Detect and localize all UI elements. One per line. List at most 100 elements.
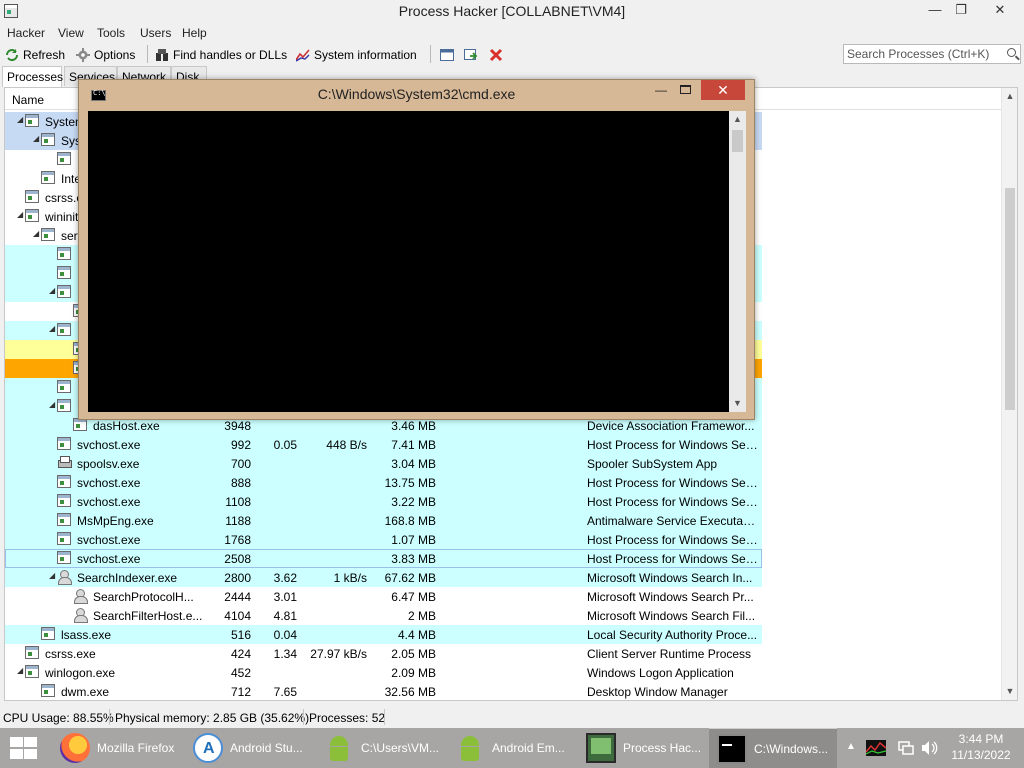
taskbar-label: Android Stu... [230,741,303,755]
menu-tools[interactable]: Tools [97,26,125,40]
process-pid: 888 [230,476,251,490]
search-icon[interactable] [1007,48,1016,57]
search-input[interactable] [844,45,994,63]
status-separator [109,709,110,725]
scroll-up-arrow[interactable]: ▲ [1005,91,1015,101]
table-row[interactable]: spoolsv.exe 700 3.04 MB Spooler SubSystem A… [5,454,762,473]
menu-view[interactable]: View [58,26,84,40]
console-output[interactable] [88,111,729,412]
column-header-name[interactable]: Name [12,93,44,107]
process-cpu: 4.81 [273,609,297,623]
cmd-scrollbar[interactable]: ▲ ▼ [729,111,746,412]
process-description: Windows Logon Application [587,666,734,680]
show-window-button[interactable] [440,46,454,64]
expand-toggle-icon[interactable]: ◢ [17,211,25,219]
table-row[interactable]: lsass.exe 516 0.04 4.4 MB Local Security Aut… [5,625,762,644]
cmd-window[interactable]: C:\Windows\System32\cmd.exe — ✕ ▲ ▼ [78,79,755,420]
process-memory: 2 MB [407,609,436,623]
cmd-scroll-down-arrow[interactable]: ▼ [732,398,743,408]
process-description: Spooler SubSystem App [587,457,718,471]
refresh-button[interactable]: Refresh [5,46,65,64]
cpu-usage: CPU Usage: 88.55% [3,711,114,725]
process-pid: 2800 [224,571,251,585]
cmd-icon [717,734,747,764]
menu-help[interactable]: Help [182,26,207,40]
terminate-button[interactable] [489,46,503,64]
table-row[interactable]: csrss.exe 424 1.34 27.97 kB/s 2.05 MB Client … [5,644,762,663]
taskbar-process-hacker[interactable]: Process Hac... [578,728,706,768]
scroll-down-arrow[interactable]: ▼ [1005,686,1015,696]
cmd-close-button[interactable]: ✕ [701,80,745,100]
tab-processes[interactable]: Processes [2,66,63,87]
application-icon [41,627,55,640]
taskbar-clock[interactable]: 3:44 PM 11/13/2022 [946,731,1016,763]
close-button[interactable]: ✕ [985,0,1015,22]
table-row[interactable]: svchost.exe 992 0.05 448 B/s 7.41 MB Host Pro… [5,435,762,454]
taskbar-firefox[interactable]: Mozilla Firefox [52,728,180,768]
process-description: Host Process for Windows Ser... [587,533,759,547]
status-separator [384,709,385,725]
start-button[interactable] [8,736,38,760]
scrollbar-thumb[interactable] [1005,188,1015,410]
taskbar-android-emulator[interactable]: Android Em... [447,728,575,768]
cmd-scroll-up-arrow[interactable]: ▲ [732,114,743,124]
taskbar: Mozilla Firefox Android Stu... C:\Users\… [0,728,1024,768]
table-row[interactable]: MsMpEng.exe 1188 168.8 MB Antimalware Servi… [5,511,762,530]
network-icon[interactable] [898,740,914,768]
table-row[interactable]: SearchProtocolH... 2444 3.01 6.47 MB Microso… [5,587,762,606]
application-icon [25,190,39,203]
expand-toggle-icon[interactable]: ◢ [33,135,41,143]
process-cpu: 1.34 [273,647,297,661]
window-go-button[interactable] [464,46,478,64]
expand-toggle-icon[interactable]: ◢ [49,287,57,295]
table-row[interactable]: dwm.exe 712 7.65 32.56 MB Desktop Window Man… [5,682,762,701]
application-icon [41,684,55,697]
vertical-scrollbar[interactable]: ▲ ▼ [1001,88,1017,700]
process-memory: 2.05 MB [391,647,436,661]
table-row[interactable]: svchost.exe 1768 1.07 MB Host Process for W… [5,530,762,549]
application-icon [57,152,71,165]
menu-users[interactable]: Users [140,26,171,40]
main-title-bar[interactable]: Process Hacker [COLLABNET\VM4] — ❐ ✕ [0,0,1024,23]
find-handles-button[interactable]: Find handles or DLLs [155,46,287,64]
table-row[interactable]: SearchFilterHost.e... 4104 4.81 2 MB Microso… [5,606,762,625]
process-description: Local Security Authority Proce... [587,628,758,642]
clock-time: 3:44 PM [958,732,1004,746]
process-description: Microsoft Windows Search In... [587,571,753,585]
taskbar-label: C:\Windows... [754,742,829,756]
table-row[interactable]: svchost.exe 888 13.75 MB Host Process for W… [5,473,762,492]
show-hidden-icons-button[interactable]: ▲ [846,741,856,768]
process-pid: 2444 [224,590,251,604]
restore-button[interactable]: ❐ [946,0,976,22]
process-hacker-tray-icon[interactable] [865,740,887,768]
expand-toggle-icon[interactable]: ◢ [33,230,41,238]
expand-toggle-icon[interactable]: ◢ [17,667,25,675]
cmd-scrollbar-thumb[interactable] [732,130,743,152]
taskbar-android-studio[interactable]: Android Stu... [185,728,313,768]
process-description: Microsoft Windows Search Fil... [587,609,756,623]
expand-toggle-icon[interactable]: ◢ [49,572,57,580]
taskbar-cmd-users[interactable]: C:\Users\VM... [316,728,444,768]
cmd-maximize-button[interactable] [680,85,691,94]
options-button[interactable]: Options [76,46,135,64]
expand-toggle-icon[interactable]: ◢ [17,116,25,124]
process-pid: 992 [230,438,251,452]
table-row[interactable]: svchost.exe 2508 3.83 MB Host Process for W… [5,549,762,568]
process-pid: 700 [230,457,251,471]
system-information-button[interactable]: System information [295,46,417,64]
process-memory: 1.07 MB [391,533,436,547]
taskbar-cmd-windows[interactable]: C:\Windows... [709,728,837,768]
process-description: Host Process for Windows Ser... [587,476,759,490]
menu-hacker[interactable]: Hacker [7,26,45,40]
table-row[interactable]: ◢ SearchIndexer.exe 2800 3.62 1 kB/s 67.62 MB… [5,568,762,587]
process-cpu: 7.65 [273,685,297,699]
cmd-minimize-button[interactable]: — [655,83,669,97]
expand-toggle-icon[interactable]: ◢ [49,401,57,409]
search-box[interactable] [843,44,1021,64]
speaker-icon[interactable] [921,740,939,768]
table-row[interactable]: ◢ winlogon.exe 452 2.09 MB Windows Logon App… [5,663,762,682]
table-row[interactable]: svchost.exe 1108 3.22 MB Host Process for W… [5,492,762,511]
process-cpu: 0.05 [273,438,297,452]
expand-toggle-icon[interactable]: ◢ [49,325,57,333]
process-name: MsMpEng.exe [77,514,154,528]
